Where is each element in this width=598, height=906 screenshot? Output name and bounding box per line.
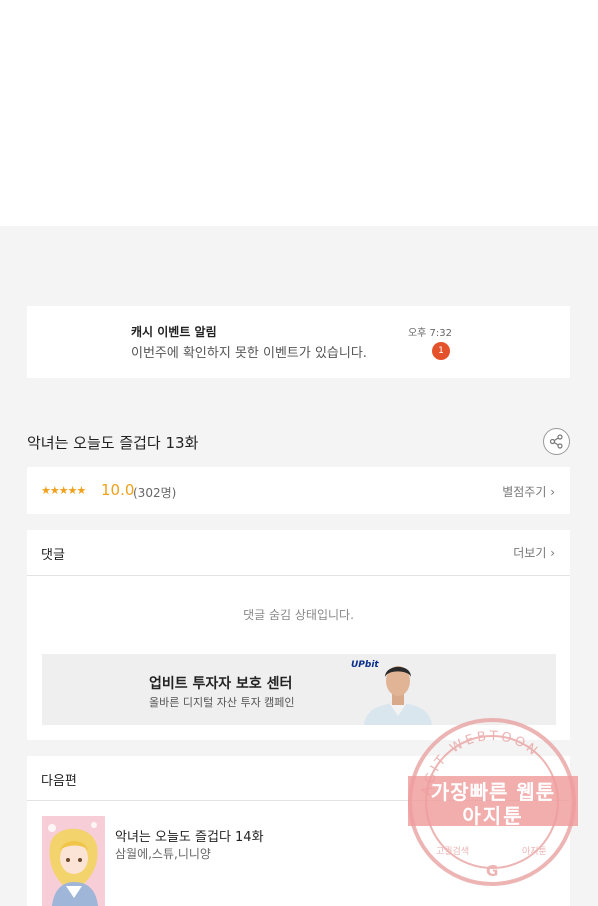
comments-hidden-message: 댓글 숨김 상태입니다. [243, 608, 354, 622]
notification-title: 캐시 이벤트 알림 [131, 325, 217, 339]
banner-person-image [364, 666, 432, 725]
rating-score: 10.0 [101, 481, 135, 499]
episode-title: 악녀는 오늘도 즐겁다 13화 [27, 434, 199, 452]
next-episode-authors: 삼월에,스튜,니니양 [115, 847, 211, 861]
share-icon [549, 434, 563, 449]
next-episode-title: 악녀는 오늘도 즐겁다 14화 [115, 830, 264, 845]
ad-banner[interactable]: 업비트 투자자 보호 센터 올바른 디지털 자산 투자 캠페인 UPbit [42, 654, 556, 725]
watermark-line-2: 아지툰 [462, 804, 524, 828]
banner-subtitle: 올바른 디지털 자산 투자 캠페인 [149, 696, 295, 709]
notification-badge: 1 [432, 342, 450, 360]
rating-count: (302명) [133, 486, 177, 500]
comments-card: 댓글 더보기 › 댓글 숨김 상태입니다. 업비트 투자자 보호 센터 올바른 … [27, 530, 570, 740]
watermark-ring-right: 아지툰 [522, 846, 547, 857]
notification-time: 오후 7:32 [407, 328, 452, 339]
comments-title: 댓글 [41, 548, 65, 563]
notification-message: 이번주에 확인하지 못한 이벤트가 있습니다. [131, 346, 367, 361]
share-button[interactable] [543, 428, 570, 455]
rate-button[interactable]: 별점주기 › [502, 483, 555, 500]
content-area-blank [0, 0, 598, 226]
rating-card: ★★★★★ 10.0 (302명) 별점주기 › [27, 467, 570, 514]
banner-title: 업비트 투자자 보호 센터 [149, 676, 293, 692]
rating-stars: ★★★★★ [41, 484, 86, 497]
thumbnail-illustration [42, 816, 105, 906]
comments-more-link[interactable]: 더보기 › [513, 544, 555, 561]
notification-card[interactable]: 캐시 이벤트 알림 이번주에 확인하지 못한 이벤트가 있습니다. 오후 7:3… [27, 306, 570, 378]
comments-header: 댓글 더보기 › [27, 530, 570, 576]
google-logo-icon: G [486, 862, 498, 880]
next-episode-thumbnail[interactable] [42, 816, 105, 906]
watermark-ring-left: 고퀄검색 [436, 845, 469, 857]
next-episode-label: 다음편 [41, 774, 77, 789]
